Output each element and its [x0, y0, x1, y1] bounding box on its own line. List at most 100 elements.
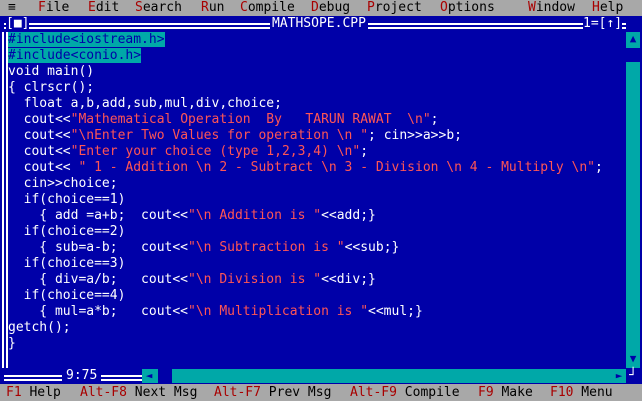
status-item-next-msg[interactable]: Alt-F8 Next Msg	[80, 384, 197, 401]
code-text: <<sub;}	[344, 240, 400, 255]
code-text: cout<<	[8, 144, 71, 159]
menu-item-file[interactable]: File	[38, 0, 69, 16]
status-item-make[interactable]: F9 Make	[478, 384, 533, 401]
code-line[interactable]: if(choice==3)	[8, 256, 126, 272]
editor-window-title-bar: [■] MATHSOPE.CPP 1=[↑]	[0, 16, 642, 32]
menu-hotkey: D	[311, 0, 319, 15]
status-hotkey: Alt-F9	[350, 385, 397, 400]
menu-item-help[interactable]: Help	[592, 0, 623, 16]
code-selected-text: #include<iostream.h>	[8, 32, 165, 47]
code-line[interactable]: #include<conio.h>	[8, 48, 142, 64]
code-line[interactable]: if(choice==1)	[8, 192, 126, 208]
status-bar: F1 Help Alt-F8 Next Msg Alt-F7 Prev Msg Alt…	[0, 384, 642, 401]
status-item-compile[interactable]: Alt-F9 Compile	[350, 384, 460, 401]
code-editor[interactable]: #include<iostream.h> #include<conio.h> voi…	[8, 32, 624, 368]
code-line[interactable]: if(choice==4)	[8, 288, 126, 304]
code-text: { add =a+b; cout<<	[8, 208, 189, 223]
window-left-border	[2, 32, 8, 368]
window-close-box[interactable]: [■]	[6, 16, 30, 32]
code-text: if(choice==1)	[8, 192, 126, 207]
code-string: " 1 - Addition \n 2 - Subtract \n 3 - Di…	[78, 160, 596, 175]
status-label: Prev Msg	[260, 385, 332, 400]
code-line[interactable]: #include<iostream.h>	[8, 32, 165, 48]
code-selected-text: #include<conio.h>	[8, 48, 142, 63]
scroll-right-arrow-icon[interactable]: ►	[612, 369, 626, 383]
code-text: { sub=a-b; cout<<	[8, 240, 189, 255]
code-line[interactable]: if(choice==2)	[8, 224, 126, 240]
code-line[interactable]: cout<<"Mathematical Operation By TARUN R…	[8, 112, 439, 128]
menu-bar: ≡ File Edit Search Run Compile Debug Project Op…	[0, 0, 642, 16]
menu-label: roject	[374, 0, 422, 15]
menu-hotkey: C	[240, 0, 248, 15]
scroll-up-arrow-icon[interactable]: ▲	[626, 32, 640, 46]
menu-label: ile	[45, 0, 70, 15]
menu-label: dit	[95, 0, 120, 15]
code-line[interactable]: }	[8, 336, 16, 352]
code-line[interactable]: { add =a+b; cout<<"\n Addition is "<<add…	[8, 208, 376, 224]
horizontal-scroll-thumb[interactable]	[158, 369, 172, 383]
code-text: }	[8, 336, 16, 351]
menu-item-run[interactable]: Run	[201, 0, 224, 16]
code-text: float a,b,add,sub,mul,div,choice;	[8, 96, 282, 111]
code-line[interactable]: cout<<"Enter your choice (type 1,2,3,4) …	[8, 144, 368, 160]
code-string: "\nEnter Two Values for operation \n "	[70, 128, 369, 143]
menu-item-window[interactable]: Window	[528, 0, 575, 16]
menu-hotkey: H	[592, 0, 600, 15]
code-string: "Enter your choice (type 1,2,3,4) \n"	[70, 144, 361, 159]
horizontal-scrollbar[interactable]: ◄ ►	[142, 369, 626, 383]
menu-item-edit[interactable]: Edit	[88, 0, 119, 16]
status-item-help[interactable]: F1 Help	[6, 384, 61, 401]
code-line[interactable]: { sub=a-b; cout<<"\n Subtraction is "<<s…	[8, 240, 399, 256]
code-line[interactable]: { div=a/b; cout<<"\n Division is "<<div;…	[8, 272, 376, 288]
menu-label: un	[208, 0, 225, 15]
code-line[interactable]: cin>>choice;	[8, 176, 118, 192]
code-line[interactable]: { clrscr();	[8, 80, 94, 96]
menu-label: elp	[599, 0, 624, 15]
menu-label: ptions	[447, 0, 495, 15]
code-text: ; cin>>a>>b;	[368, 128, 462, 143]
code-string: "\n Multiplication is "	[188, 304, 369, 319]
menu-hotkey: S	[135, 0, 143, 15]
code-line[interactable]: getch();	[8, 320, 71, 336]
vertical-scrollbar[interactable]: ▲ ▼	[626, 32, 640, 368]
menu-item-debug[interactable]: Debug	[311, 0, 350, 16]
vertical-scroll-thumb[interactable]	[626, 48, 640, 62]
status-label: Make	[493, 385, 533, 400]
status-hotkey: Alt-F7	[214, 385, 261, 400]
menu-label: ompile	[247, 0, 295, 15]
scroll-down-arrow-icon[interactable]: ▼	[626, 352, 640, 366]
menu-item-search[interactable]: Search	[135, 0, 182, 16]
code-line[interactable]: cout<<"\nEnter Two Values for operation …	[8, 128, 462, 144]
menu-item-compile[interactable]: Compile	[240, 0, 295, 16]
code-text: <<add;}	[321, 208, 376, 223]
menu-item-options[interactable]: Options	[440, 0, 495, 16]
code-text: cin>>choice;	[8, 176, 118, 191]
menu-label: earch	[142, 0, 182, 15]
system-menu-icon[interactable]: ≡	[8, 0, 16, 16]
window-number-zoom[interactable]: 1=[↑]	[583, 16, 623, 32]
code-line[interactable]: cout<< " 1 - Addition \n 2 - Subtract \n…	[8, 160, 603, 176]
status-item-menu[interactable]: F10 Menu	[550, 384, 613, 401]
cursor-position: 9:75	[62, 368, 102, 384]
menu-hotkey: O	[440, 0, 448, 15]
code-line[interactable]: float a,b,add,sub,mul,div,choice;	[8, 96, 282, 112]
code-text: if(choice==4)	[8, 288, 126, 303]
status-hotkey: F9	[478, 385, 494, 400]
menu-hotkey: E	[88, 0, 96, 15]
code-line[interactable]: void main()	[8, 64, 94, 80]
menu-item-project[interactable]: Project	[367, 0, 422, 16]
resize-corner[interactable]: ┘	[626, 368, 640, 384]
status-label: Compile	[396, 385, 460, 400]
code-text: cout<<	[8, 128, 71, 143]
code-string: "\n Division is "	[188, 272, 322, 287]
code-text: if(choice==3)	[8, 256, 126, 271]
status-hotkey: F1	[6, 385, 22, 400]
code-text: getch();	[8, 320, 71, 335]
code-text: { div=a/b; cout<<	[8, 272, 189, 287]
code-line[interactable]: { mul=a*b; cout<<"\n Multiplication is "…	[8, 304, 423, 320]
scroll-left-arrow-icon[interactable]: ◄	[142, 369, 156, 383]
turbo-cpp-ide: ≡ File Edit Search Run Compile Debug Project Op…	[0, 0, 642, 401]
code-text: cout<<	[8, 112, 71, 127]
code-text: if(choice==2)	[8, 224, 126, 239]
status-item-prev-msg[interactable]: Alt-F7 Prev Msg	[214, 384, 331, 401]
